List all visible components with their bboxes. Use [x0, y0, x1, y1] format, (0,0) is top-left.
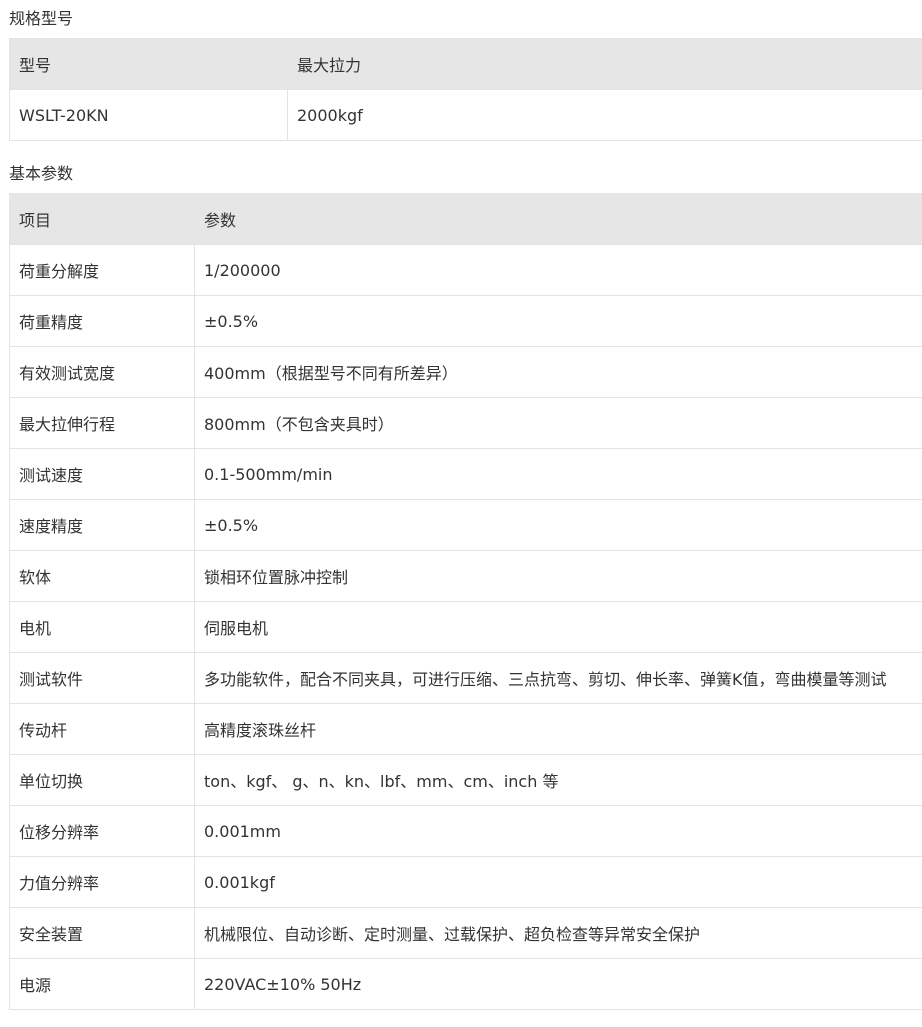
- table-row: WSLT-20KN 2000kgf: [9, 89, 922, 141]
- table-row: 有效测试宽度 400mm（根据型号不同有所差异）: [9, 346, 922, 398]
- column-header-max-force: 最大拉力: [287, 38, 922, 90]
- spec-table: 型号 最大拉力 WSLT-20KN 2000kgf: [9, 38, 922, 141]
- param-name-cell: 电机: [9, 601, 195, 653]
- table-row: 位移分辨率 0.001mm: [9, 805, 922, 857]
- param-name-cell: 单位切换: [9, 754, 195, 806]
- table-row: 软体 锁相环位置脉冲控制: [9, 550, 922, 602]
- table-row: 电源 220VAC±10% 50Hz: [9, 958, 922, 1010]
- params-table: 项目 参数 荷重分解度 1/200000 荷重精度 ±0.5% 有效测试宽度 4…: [9, 193, 922, 1010]
- table-cell-model: WSLT-20KN: [9, 89, 288, 141]
- table-row: 速度精度 ±0.5%: [9, 499, 922, 551]
- table-cell-max-force: 2000kgf: [287, 89, 922, 141]
- param-name-cell: 荷重精度: [9, 295, 195, 347]
- param-value-cell: 1/200000: [194, 244, 922, 296]
- table-row: 电机 伺服电机: [9, 601, 922, 653]
- param-value-cell: 0.001kgf: [194, 856, 922, 908]
- param-value-cell: ±0.5%: [194, 499, 922, 551]
- param-value-cell: 锁相环位置脉冲控制: [194, 550, 922, 602]
- param-name-cell: 电源: [9, 958, 195, 1010]
- table-row: 荷重精度 ±0.5%: [9, 295, 922, 347]
- param-name-cell: 速度精度: [9, 499, 195, 551]
- param-value-cell: ±0.5%: [194, 295, 922, 347]
- table-header-row: 项目 参数: [9, 193, 922, 245]
- param-name-cell: 荷重分解度: [9, 244, 195, 296]
- table-row: 安全装置 机械限位、自动诊断、定时测量、过载保护、超负检查等异常安全保护: [9, 907, 922, 959]
- column-header-value: 参数: [194, 193, 922, 245]
- param-value-cell: ton、kgf、 g、n、kn、lbf、mm、cm、inch 等: [194, 754, 922, 806]
- param-name-cell: 有效测试宽度: [9, 346, 195, 398]
- param-value-cell: 0.1-500mm/min: [194, 448, 922, 500]
- param-name-cell: 安全装置: [9, 907, 195, 959]
- table-row: 传动杆 高精度滚珠丝杆: [9, 703, 922, 755]
- table-row: 荷重分解度 1/200000: [9, 244, 922, 296]
- param-name-cell: 软体: [9, 550, 195, 602]
- param-name-cell: 传动杆: [9, 703, 195, 755]
- param-value-cell: 高精度滚珠丝杆: [194, 703, 922, 755]
- params-section: 基本参数 项目 参数 荷重分解度 1/200000 荷重精度 ±0.5% 有效测…: [0, 155, 922, 1010]
- table-row: 测试软件 多功能软件，配合不同夹具，可进行压缩、三点抗弯、剪切、伸长率、弹簧K值…: [9, 652, 922, 704]
- table-row: 最大拉伸行程 800mm（不包含夹具时）: [9, 397, 922, 449]
- param-name-cell: 位移分辨率: [9, 805, 195, 857]
- param-name-cell: 力值分辨率: [9, 856, 195, 908]
- table-header-row: 型号 最大拉力: [9, 38, 922, 90]
- param-name-cell: 最大拉伸行程: [9, 397, 195, 449]
- param-value-cell: 伺服电机: [194, 601, 922, 653]
- column-header-model: 型号: [9, 38, 288, 90]
- table-row: 单位切换 ton、kgf、 g、n、kn、lbf、mm、cm、inch 等: [9, 754, 922, 806]
- param-value-cell: 220VAC±10% 50Hz: [194, 958, 922, 1010]
- params-section-title: 基本参数: [9, 164, 74, 183]
- spec-section: 规格型号 型号 最大拉力 WSLT-20KN 2000kgf: [0, 0, 922, 141]
- param-value-cell: 多功能软件，配合不同夹具，可进行压缩、三点抗弯、剪切、伸长率、弹簧K值，弯曲模量…: [194, 652, 922, 704]
- param-value-cell: 800mm（不包含夹具时）: [194, 397, 922, 449]
- spec-section-title: 规格型号: [9, 9, 74, 28]
- param-name-cell: 测试软件: [9, 652, 195, 704]
- table-row: 测试速度 0.1-500mm/min: [9, 448, 922, 500]
- param-value-cell: 机械限位、自动诊断、定时测量、过载保护、超负检查等异常安全保护: [194, 907, 922, 959]
- column-header-item: 项目: [9, 193, 195, 245]
- table-row: 力值分辨率 0.001kgf: [9, 856, 922, 908]
- param-value-cell: 0.001mm: [194, 805, 922, 857]
- param-value-cell: 400mm（根据型号不同有所差异）: [194, 346, 922, 398]
- param-name-cell: 测试速度: [9, 448, 195, 500]
